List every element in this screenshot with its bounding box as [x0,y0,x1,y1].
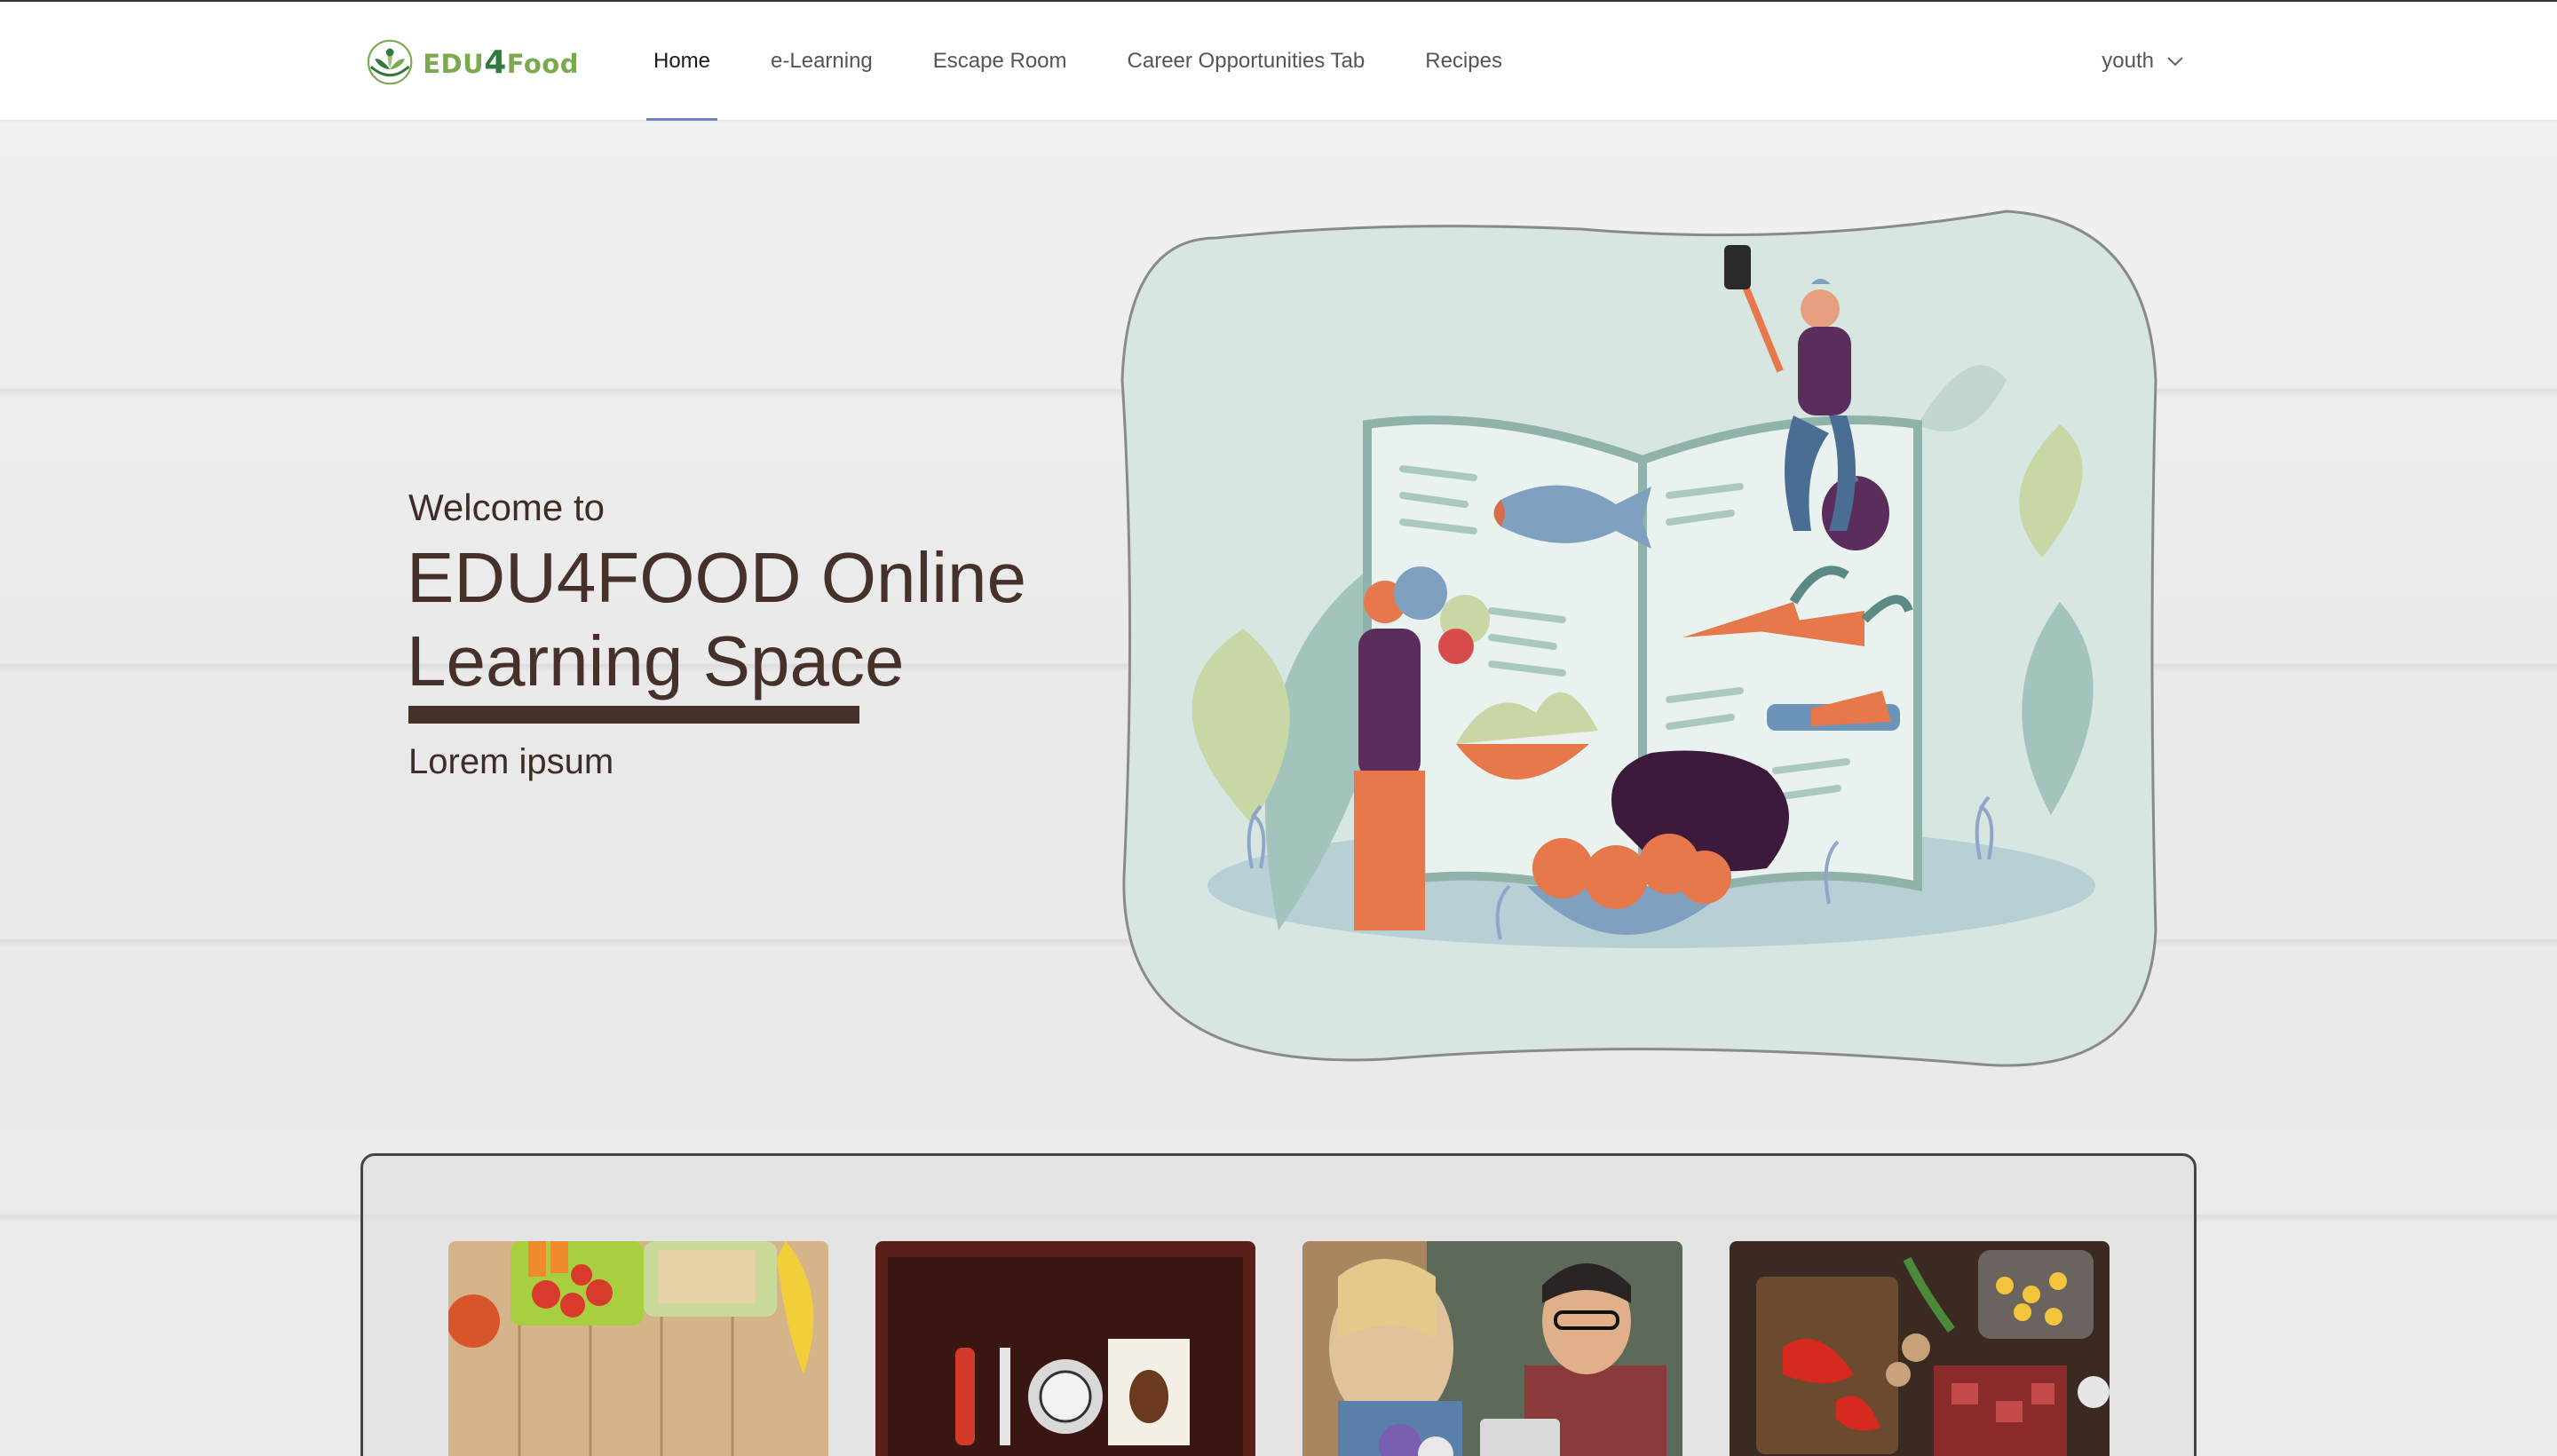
hero-welcome-text: Welcome to [408,487,605,528]
logo-wordmark: EDU4Food [423,44,579,81]
card-cooking-ingredients[interactable] [1730,1241,2110,1456]
title-underline-bar [408,706,859,724]
cooking-ingredients-image [1730,1241,2110,1456]
site-logo[interactable]: EDU4Food [366,27,579,98]
hero-title: EDU4FOOD Online Learning Space [407,538,1026,700]
florist-tablet-image [1302,1241,1682,1456]
survival-kit-image [875,1241,1255,1456]
cooking-book-illustration [1120,210,2157,1067]
nav-item-home[interactable]: Home [630,2,733,121]
nav-item-escape-room[interactable]: Escape Room [910,2,1090,121]
nav-item-e-learning[interactable]: e-Learning [748,2,896,121]
chevron-down-icon [2167,57,2183,67]
site-header: EDU4Food Home e-Learning Escape Room Car… [0,2,2557,121]
user-role-label: youth [2102,49,2154,73]
card-healthy-lunchbox[interactable] [448,1241,828,1456]
card-florist-tablet[interactable] [1302,1241,1682,1456]
nav-item-career-opportunities[interactable]: Career Opportunities Tab [1104,2,1389,121]
hero-subtitle: Lorem ipsum [408,742,614,781]
nav-item-recipes[interactable]: Recipes [1402,2,1525,121]
leaf-logo-icon [367,39,413,85]
main-nav: Home e-Learning Escape Room Career Oppor… [630,2,1540,121]
card-survival-kit[interactable] [875,1241,1255,1456]
user-role-dropdown[interactable]: youth [2078,2,2184,121]
healthy-lunchbox-image [448,1241,828,1456]
